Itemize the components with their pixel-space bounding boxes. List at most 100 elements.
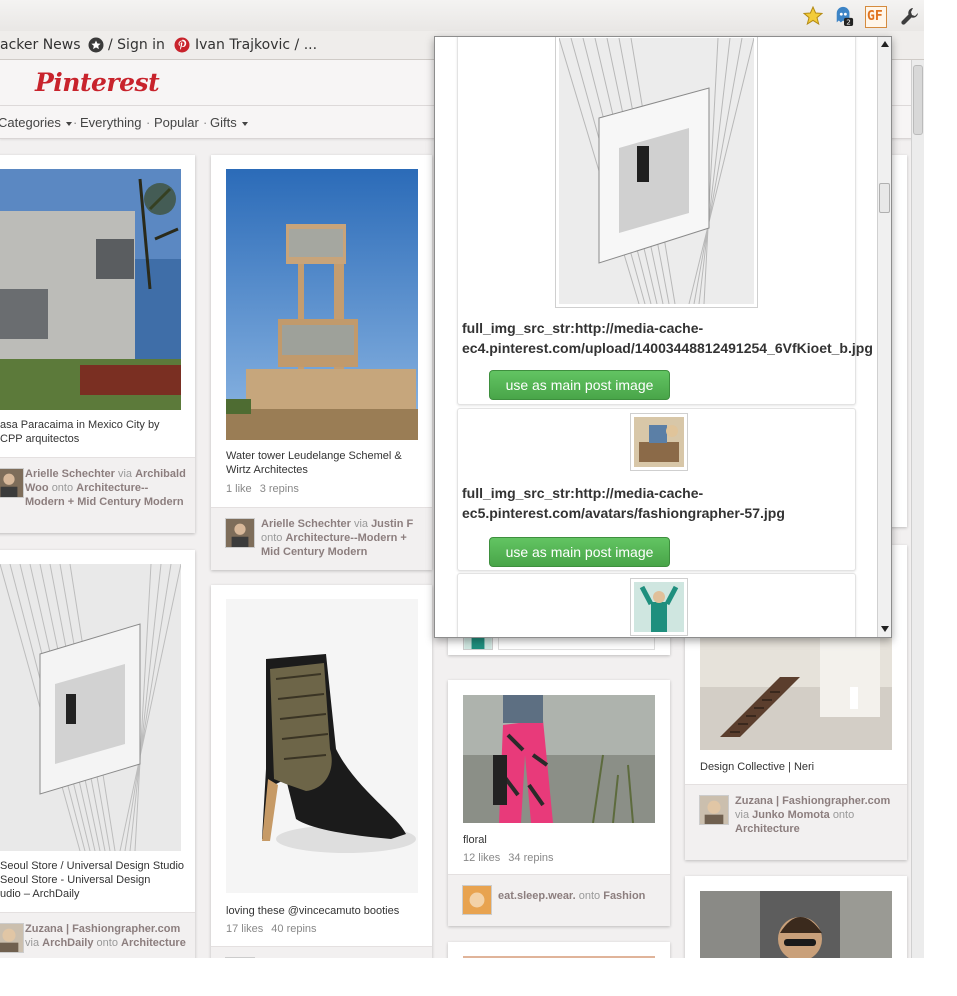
pin-stats: 17 likes 40 repins	[226, 923, 325, 935]
pin-card[interactable]: asa Paracaima in Mexico City by CPP arqu…	[0, 155, 195, 533]
avatar[interactable]	[0, 923, 24, 953]
scroll-up-arrow-icon[interactable]	[879, 39, 891, 49]
avatar[interactable]	[0, 468, 24, 498]
popup-thumbnail-image	[634, 582, 684, 632]
attribution-via[interactable]: Justin F	[371, 518, 413, 530]
popup-thumbnail-image	[634, 417, 684, 467]
wrench-icon[interactable]	[900, 6, 920, 26]
pin-image[interactable]	[463, 695, 655, 823]
bookmark-label: acker News	[0, 37, 81, 53]
popup-scrollbar-thumb[interactable]	[879, 183, 890, 213]
avatar[interactable]	[225, 518, 255, 548]
attribution-text: Zuzana | Fashiongrapher.com via ArchDail…	[25, 922, 187, 950]
nav-categories[interactable]: Categories	[0, 115, 72, 130]
nav-everything[interactable]: Everything	[80, 115, 141, 130]
attribution-via[interactable]: ArchDaily	[42, 937, 93, 949]
pin-description: loving these @vincecamuto booties	[226, 905, 400, 917]
popup-thumbnail	[630, 413, 688, 471]
pin-image[interactable]	[463, 956, 655, 958]
bookmark-pinterest-profile[interactable]: Ivan Trajkovic / ...	[174, 37, 317, 53]
pin-attribution: Zuzana | Fashiongrapher.com via Junko Mo…	[685, 784, 907, 860]
nav-gifts[interactable]: Gifts	[210, 115, 248, 130]
attribution-board[interactable]: Architecture--Modern + Mid Century Moder…	[261, 532, 407, 558]
likes-count[interactable]: 17 likes	[226, 923, 263, 935]
github-icon	[88, 37, 104, 53]
pin-image[interactable]	[0, 564, 181, 851]
bookmark-label: Ivan Trajkovic / ...	[195, 37, 318, 53]
likes-count[interactable]: 12 likes	[463, 852, 500, 864]
pin-attribution: eat.sleep.wear. onto Fashion	[448, 874, 670, 926]
pin-image[interactable]	[0, 169, 181, 410]
popup-scrollbar[interactable]	[877, 37, 891, 637]
repins-count[interactable]: 40 repins	[271, 923, 316, 935]
via-word: via	[735, 809, 750, 821]
pin-card[interactable]: loving these @vincecamuto booties 17 lik…	[211, 585, 432, 958]
nav-separator: ·	[146, 115, 151, 130]
attribution-text: Arielle Schechter via Archibald Woo onto…	[25, 467, 187, 509]
repins-count[interactable]: 3 repins	[260, 483, 299, 495]
ghost-extension-icon[interactable]: 2	[834, 6, 854, 26]
popup-thumbnail-image	[558, 37, 755, 305]
pin-image[interactable]	[226, 169, 418, 440]
pin-card[interactable]: Seoul Store / Universal Design Studio Se…	[0, 550, 195, 958]
gf-extension-icon[interactable]: GF	[865, 6, 887, 28]
pin-description: asa Paracaima in Mexico City by CPP arqu…	[0, 419, 160, 445]
attribution-user[interactable]: Arielle Schechter	[25, 468, 115, 480]
nav-popular[interactable]: Popular	[154, 115, 199, 130]
pin-attribution: Arielle Schechter via Justin F onto Arch…	[211, 507, 432, 570]
pin-stats: 1 like 3 repins	[226, 483, 307, 495]
extension-popup: full_img_src_str:http://media-cache- ec4…	[434, 36, 892, 638]
pin-card[interactable]: floral 12 likes 34 repins eat.sleep.wear.…	[448, 680, 670, 926]
attribution-user[interactable]: eat.sleep.wear.	[498, 890, 576, 902]
attribution-user[interactable]: Arielle Schechter	[261, 518, 351, 530]
attribution-text: Zuzana | Fashiongrapher.com via Junko Mo…	[735, 794, 899, 836]
page-scrollbar[interactable]	[911, 60, 924, 958]
avatar[interactable]	[462, 885, 492, 915]
attribution-user[interactable]: Zuzana | Fashiongrapher.com	[735, 795, 890, 807]
pin-card[interactable]: Water tower Leudelange Schemel & Wirtz A…	[211, 155, 432, 570]
onto-word: onto	[261, 532, 283, 544]
chevron-down-icon	[65, 121, 72, 126]
attribution-board[interactable]: Architecture	[735, 823, 800, 835]
onto-word: onto	[96, 937, 118, 949]
bookmark-hacker-news[interactable]: acker News	[0, 37, 81, 53]
attribution-text: eat.sleep.wear. onto Fashion	[498, 889, 662, 903]
pin-stats: 12 likes 34 repins	[463, 852, 562, 864]
repins-count[interactable]: 34 repins	[508, 852, 553, 864]
bookmark-github-signin[interactable]: / Sign in	[88, 37, 165, 53]
likes-count[interactable]: 1 like	[226, 483, 252, 495]
pinterest-logo[interactable]: Pinterest	[35, 68, 160, 97]
pin-attribution: Arielle Schechter via Archibald Woo onto…	[0, 457, 195, 533]
scroll-down-arrow-icon[interactable]	[879, 624, 891, 634]
extension-badge-count: 2	[846, 18, 851, 26]
gf-extension-label: GF	[867, 9, 883, 24]
popup-thumbnail	[630, 578, 688, 636]
attribution-via[interactable]: Junko Momota	[752, 809, 830, 821]
pin-image[interactable]	[700, 891, 892, 958]
browser-viewport: 2 GF acker News / Sign in Ivan Trajkovic…	[0, 0, 924, 958]
use-as-main-image-button[interactable]: use as main post image	[489, 370, 670, 400]
star-bookmark-icon[interactable]	[803, 6, 823, 26]
use-as-main-image-button[interactable]: use as main post image	[489, 537, 670, 567]
pin-card[interactable]	[448, 942, 670, 958]
onto-word: onto	[832, 809, 855, 821]
pin-card[interactable]	[685, 876, 907, 958]
attribution-board[interactable]: Architecture	[121, 937, 186, 949]
pinterest-icon	[174, 37, 190, 53]
nav-separator: ·	[73, 115, 78, 130]
pin-description: floral	[463, 834, 487, 846]
pin-description: Seoul Store / Universal Design Studio Se…	[0, 860, 185, 900]
popup-image-item: full_img_src_str:http://media-cache- ec4…	[457, 37, 873, 405]
pin-attribution: Zuzana | Fashiongrapher.com via ArchDail…	[0, 912, 195, 958]
attribution-user[interactable]: Zuzana | Fashiongrapher.com	[25, 923, 180, 935]
avatar[interactable]	[225, 957, 255, 958]
pin-image[interactable]	[226, 599, 418, 893]
via-word: via	[117, 468, 132, 480]
avatar[interactable]	[699, 795, 729, 825]
attribution-board[interactable]: Fashion	[603, 890, 645, 902]
pin-attribution	[211, 946, 432, 958]
attribution-board[interactable]: Architecture--Modern + Mid Century Moder…	[25, 482, 184, 508]
page-scrollbar-thumb[interactable]	[913, 65, 923, 135]
nav-gifts-label: Gifts	[210, 115, 237, 130]
chevron-down-icon	[241, 121, 248, 126]
